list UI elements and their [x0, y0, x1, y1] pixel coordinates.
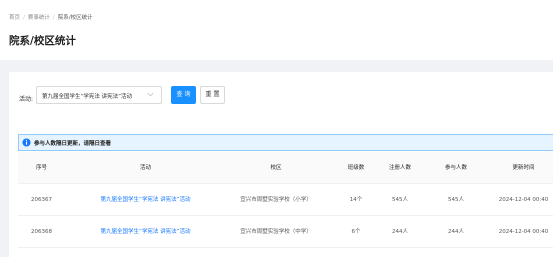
cell-id: 206367 — [31, 197, 52, 203]
cell-campus: 宜兴市周墅实验学校（中学） — [240, 229, 312, 235]
column-header-class-count: 班级数 — [347, 165, 365, 171]
activity-filter-label: 活动: — [19, 96, 34, 103]
query-button[interactable]: 查 询 — [171, 86, 196, 104]
cell-participants: 545人 — [448, 197, 464, 203]
cell-class-count: 6个 — [351, 229, 361, 235]
page-header: 首页 / 赛事统计 / 院系/校区统计 院系/校区统计 — [0, 0, 553, 60]
alert-text: 参与人数隔日更新，请隔日查看 — [34, 141, 112, 147]
breadcrumb-separator: / — [23, 15, 25, 21]
breadcrumb-item-stats[interactable]: 赛事统计 — [28, 15, 50, 21]
column-header-registered: 注册人数 — [388, 165, 411, 171]
info-alert: 参与人数隔日更新，请隔日查看 — [18, 134, 553, 151]
activity-select-value: 第九届全国学生“学宪法 讲宪法”活动 — [42, 94, 132, 100]
activity-link[interactable]: 第九届全国学生“学宪法 讲宪法”活动 — [63, 184, 228, 216]
page-title: 院系/校区统计 — [9, 35, 76, 47]
cell-id: 206368 — [31, 229, 52, 235]
breadcrumb: 首页 / 赛事统计 / 院系/校区统计 — [9, 13, 93, 21]
content-card: 活动: 第九届全国学生“学宪法 讲宪法”活动 查 询 重 置 参与人数隔日更新，… — [9, 72, 553, 257]
table-row: 206367 第九届全国学生“学宪法 讲宪法”活动 宜兴市周墅实验学校（小学） … — [18, 184, 553, 216]
table-header: 序号 活动 校区 班级数 注册人数 参与人数 更新时间 — [18, 152, 553, 184]
cell-registered: 244人 — [392, 229, 408, 235]
cell-participants: 244人 — [448, 229, 464, 235]
column-header-activity: 活动 — [139, 165, 151, 171]
column-header-updated: 更新时间 — [512, 165, 535, 171]
breadcrumb-item-home[interactable]: 首页 — [9, 15, 20, 21]
column-header-campus: 校区 — [270, 165, 282, 171]
column-header-id: 序号 — [35, 165, 47, 171]
reset-button[interactable]: 重 置 — [200, 86, 225, 104]
info-circle-icon — [22, 138, 31, 147]
breadcrumb-separator: / — [52, 15, 55, 21]
table-row: 206368 第九届全国学生“学宪法 讲宪法”活动 宜兴市周墅实验学校（中学） … — [18, 216, 553, 248]
cell-campus: 宜兴市周墅实验学校（小学） — [240, 197, 312, 203]
cell-class-count: 14个 — [349, 197, 363, 203]
column-header-participants: 参与人数 — [444, 165, 467, 171]
cell-updated: 2024-12-04 00:40 — [498, 197, 549, 203]
chevron-down-icon — [147, 92, 154, 97]
activity-select[interactable]: 第九届全国学生“学宪法 讲宪法”活动 — [36, 86, 162, 104]
cell-updated: 2024-12-04 00:40 — [498, 229, 549, 235]
cell-registered: 545人 — [392, 197, 408, 203]
activity-link[interactable]: 第九届全国学生“学宪法 讲宪法”活动 — [63, 216, 228, 248]
breadcrumb-item-current: 院系/校区统计 — [57, 15, 93, 21]
